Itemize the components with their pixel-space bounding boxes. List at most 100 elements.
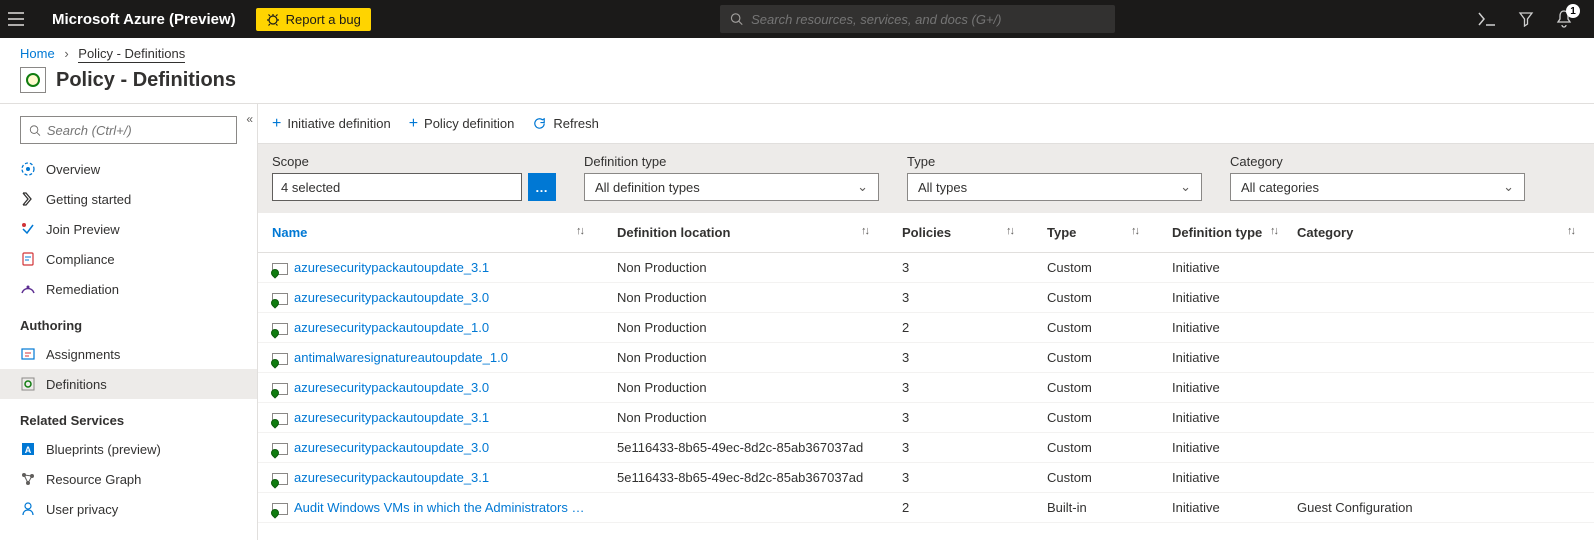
cell-def-type: Initiative — [1158, 373, 1283, 403]
sidebar-item-definitions[interactable]: Definitions — [0, 369, 257, 399]
cell-name[interactable]: antimalwaresignatureautoupdate_1.0 — [258, 343, 603, 373]
compliance-icon — [20, 251, 36, 267]
cell-name[interactable]: azuresecuritypackautoupdate_3.0 — [258, 283, 603, 313]
global-search-input[interactable] — [751, 12, 1105, 27]
sidebar-item-label: Overview — [46, 162, 100, 177]
cloud-shell-icon[interactable] — [1478, 11, 1496, 27]
cell-category — [1283, 343, 1594, 373]
scope-input[interactable]: 4 selected — [272, 173, 522, 201]
cell-name[interactable]: azuresecuritypackautoupdate_3.1 — [258, 463, 603, 493]
cell-location: Non Production — [603, 283, 888, 313]
table-row[interactable]: azuresecuritypackautoupdate_3.1Non Produ… — [258, 253, 1594, 283]
plus-icon: + — [409, 115, 418, 133]
cell-location: Non Production — [603, 253, 888, 283]
add-initiative-button[interactable]: +Initiative definition — [272, 115, 391, 133]
definition-type-value: All definition types — [595, 180, 700, 195]
cell-type: Custom — [1033, 313, 1158, 343]
cell-location — [603, 493, 888, 523]
breadcrumb-separator: › — [58, 46, 74, 61]
cell-category — [1283, 433, 1594, 463]
definition-type-select[interactable]: All definition types⌄ — [584, 173, 879, 201]
collapse-sidebar-button[interactable]: « — [246, 112, 253, 126]
sidebar-item-join-preview[interactable]: Join Preview — [0, 214, 257, 244]
sidebar-item-label: User privacy — [46, 502, 118, 517]
cell-name[interactable]: azuresecuritypackautoupdate_3.0 — [258, 433, 603, 463]
hamburger-menu-button[interactable] — [8, 12, 40, 26]
definitions-table-wrapper[interactable]: Name↑↓ Definition location↑↓ Policies↑↓ … — [258, 213, 1594, 540]
report-bug-button[interactable]: Report a bug — [256, 8, 371, 31]
cell-policies: 3 — [888, 253, 1033, 283]
report-bug-label: Report a bug — [286, 12, 361, 27]
sidebar-search[interactable] — [20, 116, 237, 144]
cell-policies: 3 — [888, 463, 1033, 493]
scope-picker-button[interactable]: … — [528, 173, 556, 201]
table-row[interactable]: Audit Windows VMs in which the Administr… — [258, 493, 1594, 523]
cell-category — [1283, 463, 1594, 493]
cell-name[interactable]: azuresecuritypackautoupdate_3.0 — [258, 373, 603, 403]
column-header-location[interactable]: Definition location↑↓ — [603, 213, 888, 253]
category-label: Category — [1230, 154, 1525, 169]
cell-name[interactable]: azuresecuritypackautoupdate_1.0 — [258, 313, 603, 343]
column-header-def-type[interactable]: Definition type↑↓ — [1158, 213, 1283, 253]
search-icon — [730, 12, 743, 26]
sidebar-search-input[interactable] — [47, 123, 228, 138]
cell-type: Custom — [1033, 253, 1158, 283]
cell-name[interactable]: Audit Windows VMs in which the Administr… — [258, 493, 603, 523]
column-header-type[interactable]: Type↑↓ — [1033, 213, 1158, 253]
cell-type: Custom — [1033, 463, 1158, 493]
sidebar-item-label: Definitions — [46, 377, 107, 392]
cell-def-type: Initiative — [1158, 283, 1283, 313]
table-row[interactable]: antimalwaresignatureautoupdate_1.0Non Pr… — [258, 343, 1594, 373]
breadcrumb-current[interactable]: Policy - Definitions — [78, 46, 185, 63]
table-row[interactable]: azuresecuritypackautoupdate_1.0Non Produ… — [258, 313, 1594, 343]
initiative-icon — [272, 413, 288, 425]
filter-icon[interactable] — [1518, 11, 1534, 27]
column-header-name[interactable]: Name↑↓ — [258, 213, 603, 253]
sidebar-item-user-privacy[interactable]: User privacy — [0, 494, 257, 524]
sort-arrows-icon: ↑↓ — [1131, 225, 1138, 237]
sort-arrows-icon: ↑↓ — [1006, 225, 1013, 237]
cell-type: Built-in — [1033, 493, 1158, 523]
sidebar-item-assignments[interactable]: Assignments — [0, 339, 257, 369]
refresh-button[interactable]: Refresh — [532, 116, 599, 131]
cell-type: Custom — [1033, 433, 1158, 463]
sidebar-item-getting-started[interactable]: Getting started — [0, 184, 257, 214]
category-select[interactable]: All categories⌄ — [1230, 173, 1525, 201]
column-header-policies[interactable]: Policies↑↓ — [888, 213, 1033, 253]
notifications-button[interactable]: 1 — [1556, 10, 1572, 28]
table-row[interactable]: azuresecuritypackautoupdate_3.0Non Produ… — [258, 373, 1594, 403]
breadcrumb-home[interactable]: Home — [20, 46, 55, 61]
cell-location: Non Production — [603, 403, 888, 433]
type-select[interactable]: All types⌄ — [907, 173, 1202, 201]
sidebar-item-overview[interactable]: Overview — [0, 154, 257, 184]
sidebar-item-resource-graph[interactable]: Resource Graph — [0, 464, 257, 494]
refresh-icon — [532, 116, 547, 131]
global-search[interactable] — [720, 5, 1115, 33]
cell-category — [1283, 373, 1594, 403]
sidebar-item-remediation[interactable]: Remediation — [0, 274, 257, 304]
sidebar-item-blueprints[interactable]: A Blueprints (preview) — [0, 434, 257, 464]
category-value: All categories — [1241, 180, 1319, 195]
plus-icon: + — [272, 115, 281, 133]
sidebar-item-compliance[interactable]: Compliance — [0, 244, 257, 274]
column-header-category[interactable]: Category↑↓ — [1283, 213, 1594, 253]
definitions-icon — [20, 376, 36, 392]
filter-type: Type All types⌄ — [907, 154, 1202, 201]
table-row[interactable]: azuresecuritypackautoupdate_3.15e116433-… — [258, 463, 1594, 493]
cell-category: Guest Configuration — [1283, 493, 1594, 523]
cell-policies: 3 — [888, 343, 1033, 373]
table-row[interactable]: azuresecuritypackautoupdate_3.1Non Produ… — [258, 403, 1594, 433]
notification-count-badge: 1 — [1566, 4, 1580, 18]
cell-def-type: Initiative — [1158, 493, 1283, 523]
brand-title[interactable]: Microsoft Azure (Preview) — [40, 11, 248, 28]
type-value: All types — [918, 180, 967, 195]
table-row[interactable]: azuresecuritypackautoupdate_3.05e116433-… — [258, 433, 1594, 463]
cell-type: Custom — [1033, 373, 1158, 403]
cell-name[interactable]: azuresecuritypackautoupdate_3.1 — [258, 253, 603, 283]
cell-def-type: Initiative — [1158, 253, 1283, 283]
page-title: Policy - Definitions — [56, 69, 236, 92]
getting-started-icon — [20, 191, 36, 207]
table-row[interactable]: azuresecuritypackautoupdate_3.0Non Produ… — [258, 283, 1594, 313]
add-policy-button[interactable]: +Policy definition — [409, 115, 515, 133]
cell-name[interactable]: azuresecuritypackautoupdate_3.1 — [258, 403, 603, 433]
